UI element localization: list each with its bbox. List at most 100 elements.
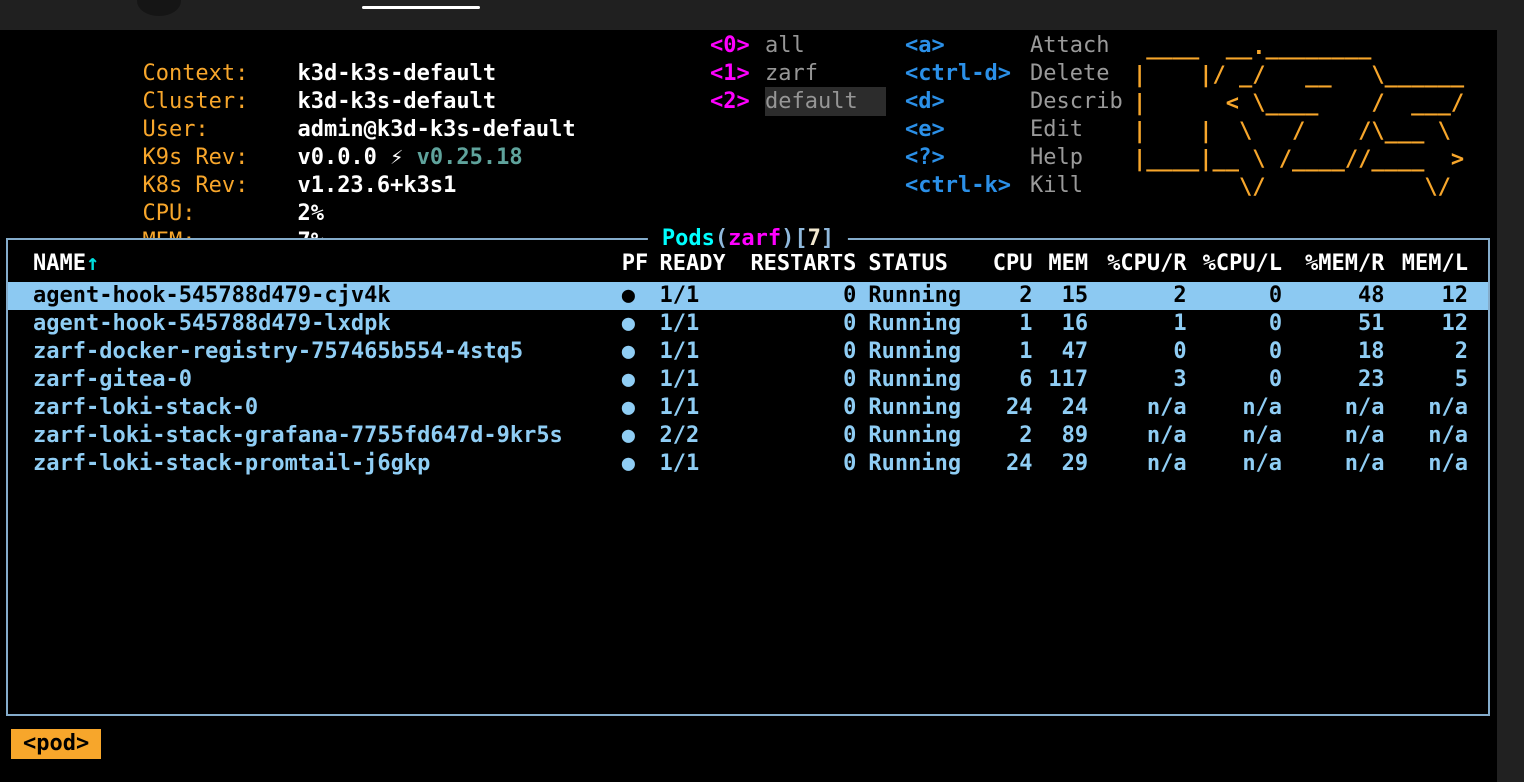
table-header-row: NAME↑ PF READY RESTARTS STATUS CPU MEM %… xyxy=(8,250,1488,278)
active-namespace: zarf xyxy=(728,226,781,251)
cluster-info-value: k3d-k3s-default xyxy=(297,89,496,114)
pod-mem-r: 18 xyxy=(1282,338,1384,366)
column-header-mem-l: MEM/L xyxy=(1384,250,1468,278)
active-tab-underline xyxy=(362,6,480,9)
pod-row[interactable]: zarf-gitea-0 ● 1/1 0 Running 6 117 3 0 2… xyxy=(8,366,1488,394)
port-forward-indicator: ● xyxy=(614,394,652,422)
command-item[interactable]: <ctrl-k>Kill xyxy=(905,172,1123,200)
pod-mem: 47 xyxy=(1032,338,1088,366)
pod-status: Running xyxy=(856,338,992,366)
pod-row[interactable]: zarf-loki-stack-grafana-7755fd647d-9kr5s… xyxy=(8,422,1488,450)
column-header-cpu: CPU xyxy=(993,250,1033,278)
pod-row[interactable]: zarf-docker-registry-757465b554-4stq5 ● … xyxy=(8,338,1488,366)
command-item[interactable]: <d>Describ xyxy=(905,88,1123,116)
command-label: Edit xyxy=(1030,117,1083,142)
namespace-item[interactable]: <0>all xyxy=(710,32,886,60)
pod-mem: 24 xyxy=(1032,394,1088,422)
namespace-item[interactable]: <1>zarf xyxy=(710,60,886,88)
pod-restarts: 0 xyxy=(739,366,856,394)
pod-mem: 89 xyxy=(1032,422,1088,450)
port-forward-indicator: ● xyxy=(614,422,652,450)
command-hotkey[interactable]: <a> xyxy=(905,32,1030,60)
pod-mem: 16 xyxy=(1032,310,1088,338)
namespace-name[interactable]: zarf xyxy=(765,59,818,88)
pod-mem-r: 48 xyxy=(1282,282,1384,310)
pod-mem-l: 12 xyxy=(1384,282,1468,310)
pod-mem-l: n/a xyxy=(1384,422,1468,450)
window-top-bar xyxy=(0,0,1524,30)
pod-mem-r: n/a xyxy=(1282,450,1384,478)
pod-name: zarf-loki-stack-0 xyxy=(25,394,614,422)
pod-row[interactable]: zarf-loki-stack-0 ● 1/1 0 Running 24 24 … xyxy=(8,394,1488,422)
pod-status: Running xyxy=(856,282,992,310)
pod-cpu-r: 0 xyxy=(1088,338,1186,366)
command-hotkey[interactable]: <?> xyxy=(905,144,1030,172)
command-label: Kill xyxy=(1030,173,1083,198)
cluster-info-label: K9s Rev: xyxy=(142,144,297,172)
command-item[interactable]: <ctrl-d>Delete xyxy=(905,60,1123,88)
cluster-info-value: v1.23.6+k3s1 xyxy=(297,173,456,198)
pod-mem-l: n/a xyxy=(1384,450,1468,478)
cluster-info-value: 2% xyxy=(297,201,324,226)
command-hotkey[interactable]: <e> xyxy=(905,116,1030,144)
pod-cpu-l: 0 xyxy=(1187,282,1282,310)
pod-restarts: 0 xyxy=(739,310,856,338)
cluster-info-value: admin@k3d-k3s-default xyxy=(297,117,575,142)
namespace-name[interactable]: all xyxy=(765,31,805,60)
command-label: Delete xyxy=(1030,61,1109,86)
namespace-item[interactable]: <2>default xyxy=(710,88,886,116)
pod-mem-r: n/a xyxy=(1282,422,1384,450)
column-header-mem: MEM xyxy=(1032,250,1088,278)
pod-cpu-r: n/a xyxy=(1088,422,1186,450)
pod-mem-l: 5 xyxy=(1384,366,1468,394)
k9s-screen: Context:k3d-k3s-default Cluster:k3d-k3s-… xyxy=(0,0,1524,782)
namespace-hotkey[interactable]: <2> xyxy=(710,88,765,116)
pod-mem: 117 xyxy=(1032,366,1088,394)
pod-mem-r: 51 xyxy=(1282,310,1384,338)
command-hotkey[interactable]: <d> xyxy=(905,88,1030,116)
command-item[interactable]: <e>Edit xyxy=(905,116,1123,144)
pod-row[interactable]: agent-hook-545788d479-lxdpk ● 1/1 0 Runn… xyxy=(8,310,1488,338)
cluster-info-panel: Context:k3d-k3s-default Cluster:k3d-k3s-… xyxy=(10,32,576,228)
command-item[interactable]: <a>Attach xyxy=(905,32,1123,60)
cluster-info-label: Cluster: xyxy=(142,88,297,116)
namespace-name[interactable]: default xyxy=(765,87,886,116)
pod-status: Running xyxy=(856,394,992,422)
cluster-info-value: v0.0.0 xyxy=(297,145,390,170)
pod-cpu: 24 xyxy=(993,394,1033,422)
pod-row[interactable]: agent-hook-545788d479-cjv4k ● 1/1 0 Runn… xyxy=(8,282,1488,310)
pod-ready: 1/1 xyxy=(652,394,740,422)
pod-ready: 2/2 xyxy=(652,422,740,450)
pod-cpu: 1 xyxy=(993,338,1033,366)
column-header-status: STATUS xyxy=(856,250,992,278)
pod-cpu-r: 1 xyxy=(1088,310,1186,338)
column-header-mem-r: %MEM/R xyxy=(1282,250,1384,278)
column-header-name: NAME↑ xyxy=(25,250,614,278)
pod-count: 7 xyxy=(808,226,821,251)
sort-ascending-icon: ↑ xyxy=(86,251,99,276)
pod-ready: 1/1 xyxy=(652,450,740,478)
pod-row[interactable]: zarf-loki-stack-promtail-j6gkp ● 1/1 0 R… xyxy=(8,450,1488,478)
command-hotkey[interactable]: <ctrl-k> xyxy=(905,172,1030,200)
cluster-info-label: CPU: xyxy=(142,200,297,228)
pod-mem-l: 12 xyxy=(1384,310,1468,338)
command-item[interactable]: <?>Help xyxy=(905,144,1123,172)
command-label: Attach xyxy=(1030,33,1109,58)
column-header-restarts: RESTARTS xyxy=(739,250,856,278)
pod-restarts: 0 xyxy=(739,422,856,450)
port-forward-indicator: ● xyxy=(614,282,652,310)
command-hotkey[interactable]: <ctrl-d> xyxy=(905,60,1030,88)
namespace-hotkey[interactable]: <1> xyxy=(710,60,765,88)
pod-cpu-l: n/a xyxy=(1187,450,1282,478)
column-header-cpu-r: %CPU/R xyxy=(1088,250,1186,278)
pod-cpu: 2 xyxy=(993,282,1033,310)
namespace-hotkey[interactable]: <0> xyxy=(710,32,765,60)
cluster-info-label: User: xyxy=(142,116,297,144)
k9s-ascii-logo: ____ __.________ | |/ _/ __ \______ | < … xyxy=(1133,34,1464,202)
pod-mem: 15 xyxy=(1032,282,1088,310)
cluster-info-value: k3d-k3s-default xyxy=(297,61,496,86)
pods-table-body: agent-hook-545788d479-cjv4k ● 1/1 0 Runn… xyxy=(8,282,1488,478)
resource-name: Pods xyxy=(662,226,715,251)
pod-restarts: 0 xyxy=(739,338,856,366)
pod-mem-l: n/a xyxy=(1384,394,1468,422)
